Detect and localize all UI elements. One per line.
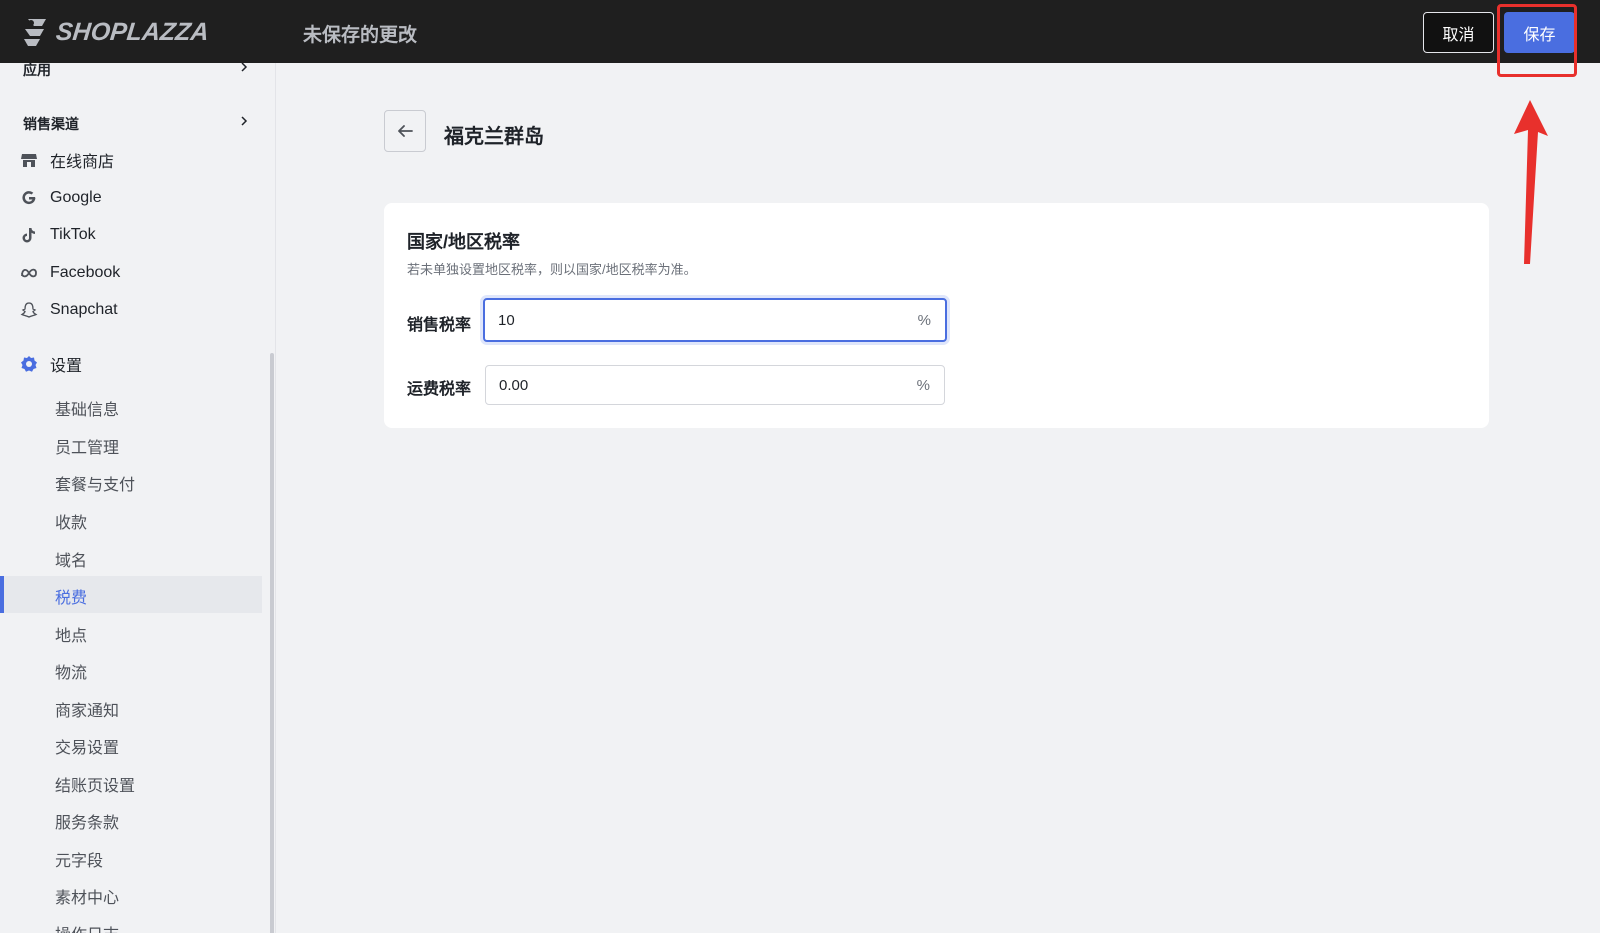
sidebar-subitem-shipping[interactable]: 物流 [55,659,87,683]
sidebar-active-indicator [0,576,4,613]
sidebar-subitem-checkout-page[interactable]: 结账页设置 [55,772,135,796]
meta-icon [20,264,38,282]
sidebar-item-label: TikTok [50,226,96,243]
sidebar-subitem-basic-info[interactable]: 基础信息 [55,396,119,420]
chevron-right-icon[interactable] [238,115,250,127]
sidebar: 应用 销售渠道 在线商店 Google TikTok Facebook Snap… [0,63,276,933]
tiktok-icon [20,226,38,244]
cancel-button[interactable]: 取消 [1423,12,1494,53]
google-icon [20,189,38,207]
logo-text: SHOPLAZZA [54,17,211,46]
percent-suffix: % [916,376,930,394]
sidebar-section-sales-channels[interactable]: 销售渠道 [23,114,79,134]
sidebar-subitem-payments[interactable]: 收款 [55,509,87,533]
sidebar-item-label: 在线商店 [50,154,115,171]
sidebar-item-google[interactable]: Google [20,185,102,211]
shipping-tax-label: 运费税率 [407,381,472,398]
top-bar: SHOPLAZZA 未保存的更改 取消 保存 [0,0,1600,63]
sidebar-subitem-metafields[interactable]: 元字段 [55,847,103,871]
save-button[interactable]: 保存 [1504,12,1575,53]
sidebar-subitem-staff[interactable]: 员工管理 [55,434,119,458]
sidebar-subitem-activity-log[interactable]: 操作日志 [55,921,119,933]
tax-rate-card: 国家/地区税率 若未单独设置地区税率，则以国家/地区税率为准。 销售税率 % 运… [384,203,1489,428]
sidebar-subitem-locations[interactable]: 地点 [55,622,87,646]
back-button[interactable] [384,110,426,152]
card-description: 若未单独设置地区税率，则以国家/地区税率为准。 [407,262,697,277]
sidebar-subitem-checkout-settings[interactable]: 交易设置 [55,734,119,758]
gear-icon [20,355,38,373]
sidebar-item-snapchat[interactable]: Snapchat [20,297,118,323]
sidebar-section-apps[interactable]: 应用 [23,63,51,80]
sidebar-item-online-store[interactable]: 在线商店 [20,147,114,173]
sidebar-item-tiktok[interactable]: TikTok [20,222,96,248]
shoplazza-logo-icon [24,19,46,46]
shoplazza-logo[interactable]: SHOPLAZZA [22,16,211,48]
sidebar-scrollbar[interactable] [270,353,274,933]
sales-tax-field[interactable]: % [483,298,947,342]
sidebar-subitem-notifications[interactable]: 商家通知 [55,697,119,721]
sidebar-subitem-terms[interactable]: 服务条款 [55,809,119,833]
sidebar-item-label: Snapchat [50,301,118,318]
shipping-tax-field[interactable]: % [485,365,945,405]
unsaved-changes-text: 未保存的更改 [303,25,418,46]
sidebar-item-label: Facebook [50,264,121,281]
arrow-left-icon [398,125,413,137]
sidebar-item-label: 设置 [50,358,83,375]
page-title: 福克兰群岛 [444,126,544,148]
sidebar-active-highlight [0,576,262,613]
snapchat-icon [20,301,38,319]
sales-tax-label: 销售税率 [407,317,472,334]
shipping-tax-input[interactable] [499,376,917,394]
sidebar-item-facebook[interactable]: Facebook [20,260,120,286]
sidebar-subitem-assets[interactable]: 素材中心 [55,884,119,908]
store-icon [20,151,38,169]
sidebar-item-settings[interactable]: 设置 [20,351,82,377]
sales-tax-input[interactable] [498,311,918,329]
red-arrow-annotation [1514,100,1548,264]
card-title: 国家/地区税率 [407,232,521,252]
sidebar-subitem-plan-billing[interactable]: 套餐与支付 [55,471,135,495]
chevron-right-icon[interactable] [238,63,250,73]
percent-suffix: % [917,311,931,329]
sidebar-item-label: Google [50,189,102,206]
sidebar-subitem-taxes[interactable]: 税费 [55,584,87,608]
sidebar-subitem-domains[interactable]: 域名 [55,547,87,571]
